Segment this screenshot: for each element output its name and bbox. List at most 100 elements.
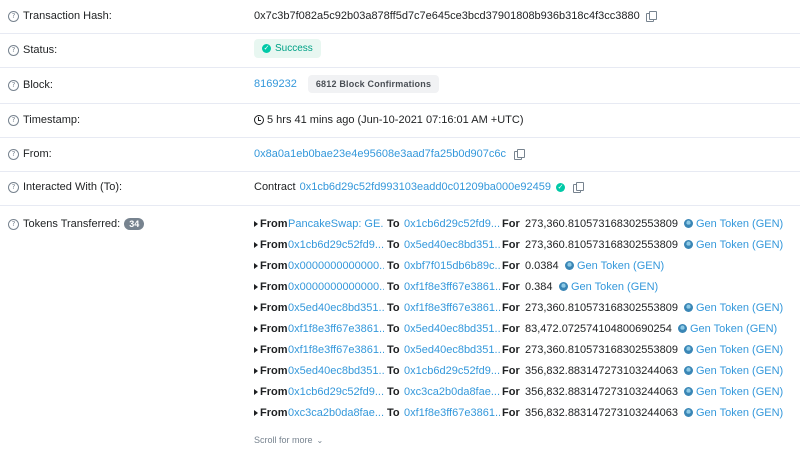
transfer-token-link[interactable]: Gen Token (GEN) (696, 406, 783, 420)
transfer-to-address[interactable]: 0x5ed40ec8bd351... (404, 238, 500, 252)
transfer-to-keyword: To (387, 344, 400, 356)
status-value-wrap: ✓ Success (254, 39, 321, 58)
transfer-from-address[interactable]: 0x0000000000000... (288, 259, 384, 273)
token-transfer-row[interactable]: From 0x1cb6d29c52fd9... To 0x5ed40ec8bd351.… (254, 238, 794, 252)
status-badge: ✓ Success (254, 39, 321, 58)
gen-token-icon (684, 345, 693, 354)
timestamp-label-wrap: ? Timestamp: (8, 114, 80, 126)
caret-right-icon[interactable] (254, 368, 258, 374)
token-transfer-row[interactable]: From 0x0000000000000... To 0xbf7f015db6b89c… (254, 259, 794, 273)
question-circle-icon[interactable]: ? (8, 148, 19, 160)
transfer-for-keyword: For (502, 239, 520, 251)
transfer-amount: 273,360.810573168302553809 (525, 239, 678, 251)
copy-icon[interactable] (645, 11, 657, 22)
interacted-label: Interacted With (To): (23, 181, 123, 193)
token-transfer-row[interactable]: From 0xf1f8e3ff67e3861... To 0x5ed40ec8bd35… (254, 322, 794, 336)
contract-address-link[interactable]: 0x1cb6d29c52fd993103eadd0c01209ba000e924… (300, 181, 551, 193)
transfer-to-keyword: To (387, 260, 400, 272)
gen-token-icon (559, 282, 568, 291)
transfer-from-keyword: From (260, 239, 288, 251)
block-row: ? Block: 8169232 6812 Block Confirmation… (0, 67, 800, 104)
transfer-token-link[interactable]: Gen Token (GEN) (696, 385, 783, 399)
transfer-from-keyword: From (260, 260, 288, 272)
caret-right-icon[interactable] (254, 305, 258, 311)
token-transfer-row[interactable]: From 0xf1f8e3ff67e3861... To 0x5ed40ec8bd35… (254, 343, 794, 357)
question-circle-icon[interactable]: ? (8, 79, 19, 91)
token-transfer-row[interactable]: From 0xc3ca2b0da8fae... To 0xf1f8e3ff67e386… (254, 406, 794, 420)
token-transfer-row[interactable]: From 0x5ed40ec8bd351... To 0x1cb6d29c52fd9.… (254, 364, 794, 378)
caret-right-icon[interactable] (254, 410, 258, 416)
check-circle-icon: ✓ (556, 182, 565, 192)
timestamp-row: ? Timestamp: 5 hrs 41 mins ago (Jun-10-2… (0, 103, 800, 138)
transfer-from-address[interactable]: 0xf1f8e3ff67e3861... (288, 343, 384, 357)
tx-hash-value[interactable]: 0x7c3b7f082a5c92b03a878ff5d7c7e645ce3bcd… (254, 10, 640, 22)
gen-token-icon (684, 303, 693, 312)
token-transfer-row[interactable]: From PancakeSwap: GE... To 0x1cb6d29c52fd9.… (254, 217, 794, 231)
caret-right-icon[interactable] (254, 284, 258, 290)
transfer-to-keyword: To (387, 407, 400, 419)
transfer-token-link[interactable]: Gen Token (GEN) (696, 301, 783, 315)
transfer-to-keyword: To (387, 365, 400, 377)
transfer-to-address[interactable]: 0x1cb6d29c52fd9... (404, 364, 500, 378)
copy-icon[interactable] (514, 149, 526, 160)
caret-right-icon[interactable] (254, 389, 258, 395)
transfer-token-link[interactable]: Gen Token (GEN) (577, 259, 664, 273)
question-circle-icon[interactable]: ? (8, 218, 19, 230)
interacted-label-wrap: ? Interacted With (To): (8, 181, 122, 193)
question-circle-icon[interactable]: ? (8, 114, 19, 126)
transfer-token-link[interactable]: Gen Token (GEN) (571, 280, 658, 294)
transfer-to-keyword: To (387, 218, 400, 230)
from-label: From: (23, 148, 52, 160)
token-transfer-row[interactable]: From 0x0000000000000... To 0xf1f8e3ff67e386… (254, 280, 794, 294)
transfer-to-address[interactable]: 0x5ed40ec8bd351... (404, 343, 500, 357)
transfer-from-address[interactable]: 0xc3ca2b0da8fae... (288, 406, 384, 420)
tx-hash-label: Transaction Hash: (23, 10, 112, 22)
transfer-for-keyword: For (502, 386, 520, 398)
token-transfer-row[interactable]: From 0x1cb6d29c52fd9... To 0xc3ca2b0da8fae.… (254, 385, 794, 399)
block-number-link[interactable]: 8169232 (254, 78, 297, 90)
timestamp-label: Timestamp: (23, 114, 81, 126)
question-circle-icon[interactable]: ? (8, 181, 19, 193)
transfer-to-address[interactable]: 0xc3ca2b0da8fae... (404, 385, 500, 399)
caret-right-icon[interactable] (254, 347, 258, 353)
check-circle-icon: ✓ (262, 44, 271, 53)
transfer-amount: 83,472.072574104800690254 (525, 323, 672, 335)
caret-right-icon[interactable] (254, 221, 258, 227)
transfer-to-address[interactable]: 0xf1f8e3ff67e3861... (404, 301, 500, 315)
transfer-token-link[interactable]: Gen Token (GEN) (696, 343, 783, 357)
transfer-from-keyword: From (260, 302, 288, 314)
transfer-to-address[interactable]: 0xf1f8e3ff67e3861... (404, 280, 500, 294)
transfer-from-keyword: From (260, 344, 288, 356)
transfer-from-address[interactable]: 0x1cb6d29c52fd9... (288, 385, 384, 399)
question-circle-icon[interactable]: ? (8, 44, 19, 56)
interacted-row: ? Interacted With (To): Contract 0x1cb6d… (0, 171, 800, 206)
transfer-to-address[interactable]: 0x1cb6d29c52fd9... (404, 217, 500, 231)
transfer-token-link[interactable]: Gen Token (GEN) (696, 364, 783, 378)
question-circle-icon[interactable]: ? (8, 10, 19, 22)
transfer-to-address[interactable]: 0x5ed40ec8bd351... (404, 322, 500, 336)
caret-right-icon[interactable] (254, 326, 258, 332)
transfer-token-link[interactable]: Gen Token (GEN) (690, 322, 777, 336)
caret-right-icon[interactable] (254, 263, 258, 269)
transfer-from-address[interactable]: PancakeSwap: GE... (288, 217, 384, 231)
transfer-from-address[interactable]: 0x0000000000000... (288, 280, 384, 294)
transfer-from-address[interactable]: 0x5ed40ec8bd351... (288, 301, 384, 315)
caret-right-icon[interactable] (254, 242, 258, 248)
token-transfer-row[interactable]: From 0x5ed40ec8bd351... To 0xf1f8e3ff67e386… (254, 301, 794, 315)
transfer-from-keyword: From (260, 365, 288, 377)
scroll-for-more[interactable]: Scroll for more ⌄ (254, 435, 323, 445)
transfer-to-address[interactable]: 0xbf7f015db6b89c... (404, 259, 500, 273)
from-address-link[interactable]: 0x8a0a1eb0bae23e4e95608e3aad7fa25b0d907c… (254, 148, 506, 160)
copy-icon[interactable] (573, 182, 584, 193)
transfer-from-address[interactable]: 0x5ed40ec8bd351... (288, 364, 384, 378)
transfer-token-link[interactable]: Gen Token (GEN) (696, 238, 783, 252)
transfer-token-link[interactable]: Gen Token (GEN) (696, 217, 783, 231)
transfer-to-address[interactable]: 0xf1f8e3ff67e3861... (404, 406, 500, 420)
from-row: ? From: 0x8a0a1eb0bae23e4e95608e3aad7fa2… (0, 137, 800, 172)
gen-token-icon (684, 387, 693, 396)
transfer-to-keyword: To (387, 302, 400, 314)
tx-hash-value-wrap: 0x7c3b7f082a5c92b03a878ff5d7c7e645ce3bcd… (254, 10, 657, 22)
timestamp-value: 5 hrs 41 mins ago (Jun-10-2021 07:16:01 … (267, 114, 524, 126)
transfer-from-address[interactable]: 0x1cb6d29c52fd9... (288, 238, 384, 252)
transfer-from-address[interactable]: 0xf1f8e3ff67e3861... (288, 322, 384, 336)
